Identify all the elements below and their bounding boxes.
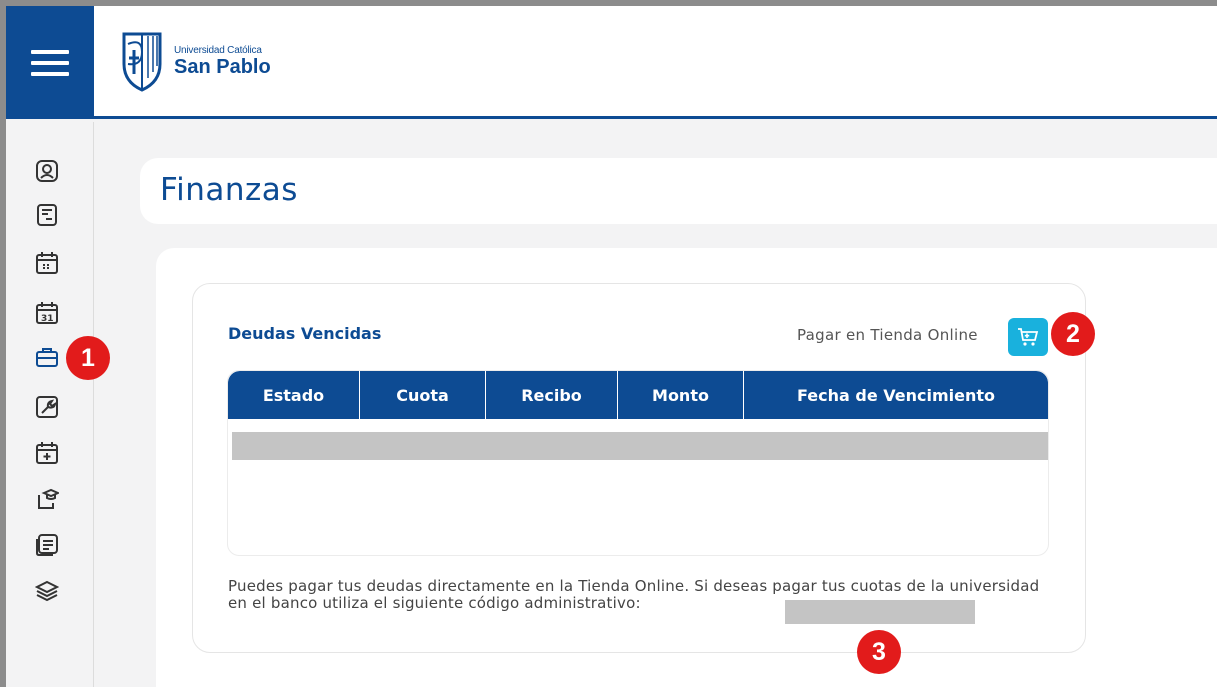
pay-online-label: Pagar en Tienda Online xyxy=(797,326,978,344)
column-header-estado[interactable]: Estado xyxy=(228,371,360,419)
calendar-31-icon: 31 xyxy=(36,302,58,324)
column-header-fecha[interactable]: Fecha de Vencimiento xyxy=(744,371,1048,419)
news-icon xyxy=(36,534,58,556)
sidebar-item-academic[interactable] xyxy=(34,486,60,512)
user-icon xyxy=(36,160,58,182)
sidebar-item-services[interactable] xyxy=(34,394,60,420)
calendar-plus-icon xyxy=(36,442,58,464)
briefcase-icon xyxy=(36,348,58,367)
document-icon xyxy=(37,204,57,226)
column-header-monto[interactable]: Monto xyxy=(618,371,744,419)
annotation-marker-2: 2 xyxy=(1051,312,1095,356)
page-title-bar: Finanzas xyxy=(140,158,1217,224)
logo-small-text: Universidad Católica xyxy=(174,44,262,56)
logo-big-text: San Pablo xyxy=(174,55,271,78)
logo-text: Universidad Católica San Pablo xyxy=(174,44,271,78)
sidebar: 31 xyxy=(6,122,94,687)
redacted-table-row xyxy=(232,432,1048,460)
svg-text:31: 31 xyxy=(41,314,54,324)
debts-table: Estado Cuota Recibo Monto Fecha de Venci… xyxy=(227,370,1049,556)
layers-icon xyxy=(35,580,59,602)
wrench-icon xyxy=(36,396,58,418)
redacted-admin-code xyxy=(785,600,975,624)
sidebar-item-schedule[interactable]: 31 xyxy=(34,300,60,326)
shield-logo-icon xyxy=(122,32,162,92)
annotation-marker-1: 1 xyxy=(66,336,110,380)
graduation-cap-icon xyxy=(38,488,59,509)
sidebar-item-news[interactable] xyxy=(34,532,60,558)
menu-toggle-area xyxy=(6,6,94,119)
top-header: Universidad Católica San Pablo xyxy=(94,6,1217,119)
sidebar-item-profile[interactable] xyxy=(34,158,60,184)
hamburger-menu-icon[interactable] xyxy=(31,49,69,76)
calendar-icon xyxy=(36,252,58,274)
annotation-marker-3: 3 xyxy=(857,630,901,674)
column-header-cuota[interactable]: Cuota xyxy=(360,371,486,419)
pay-online-button[interactable] xyxy=(1008,318,1048,356)
sidebar-item-resources[interactable] xyxy=(34,578,60,604)
cart-icon xyxy=(1018,328,1039,346)
column-header-recibo[interactable]: Recibo xyxy=(486,371,618,419)
sidebar-item-finances[interactable] xyxy=(34,344,60,370)
sidebar-item-add-event[interactable] xyxy=(34,440,60,466)
sidebar-item-documents[interactable] xyxy=(34,202,60,228)
university-logo[interactable]: Universidad Católica San Pablo xyxy=(118,24,278,98)
debts-title: Deudas Vencidas xyxy=(228,324,382,343)
page-title: Finanzas xyxy=(160,172,298,208)
table-header: Estado Cuota Recibo Monto Fecha de Venci… xyxy=(228,371,1048,419)
sidebar-item-calendar[interactable] xyxy=(34,250,60,276)
